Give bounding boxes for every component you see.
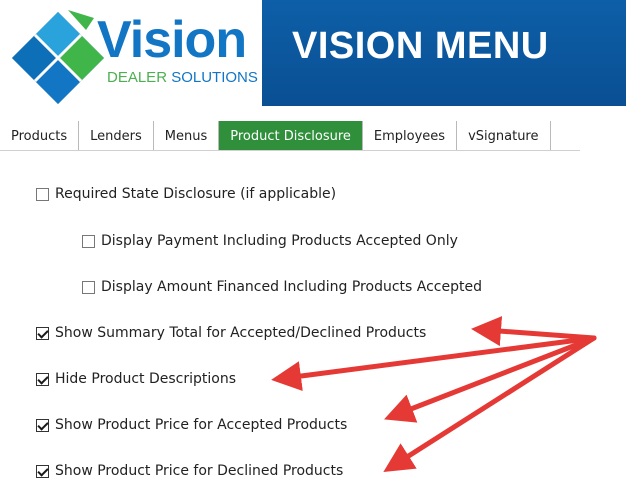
annotation-arrows (271, 316, 597, 473)
arrow-icon (471, 316, 597, 347)
